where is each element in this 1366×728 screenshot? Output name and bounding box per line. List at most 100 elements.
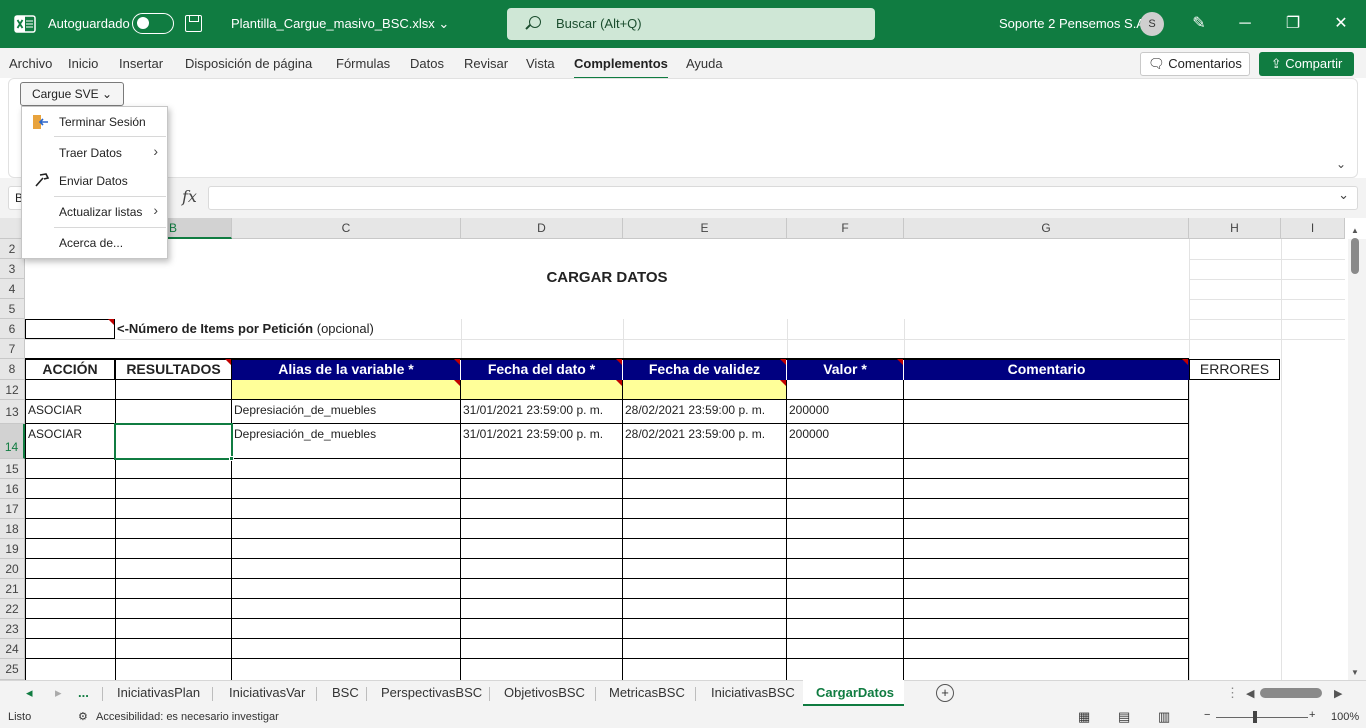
cell-fecha-validez[interactable]: 28/02/2021 23:59:00 p. m. (625, 403, 765, 417)
row-header[interactable]: 7 (0, 339, 25, 359)
row-header[interactable]: 19 (0, 539, 25, 559)
menu-item-actualizar-listas[interactable]: Actualizar listas › (22, 200, 167, 224)
accessibility-status[interactable]: Accesibilidad: es necesario investigar (96, 711, 279, 723)
pen-icon[interactable]: ✎ (1185, 10, 1213, 38)
save-icon[interactable] (185, 15, 202, 32)
hscroll-right-icon[interactable]: ▶ (1334, 687, 1342, 700)
tab-formulas[interactable]: Fórmulas (336, 56, 390, 71)
ribbon-expand-icon[interactable]: ⌄ (1336, 157, 1346, 171)
row-header[interactable]: 17 (0, 499, 25, 519)
row-header[interactable]: 21 (0, 579, 25, 599)
normal-view-icon[interactable]: ▦ (1078, 709, 1090, 725)
sheet-tab[interactable]: IniciativasBSC (711, 685, 795, 700)
more-sheets[interactable]: ... (78, 685, 89, 700)
cell-fecha-dato[interactable]: 31/01/2021 23:59:00 p. m. (463, 403, 603, 417)
share-button[interactable]: ⇪ Compartir (1259, 52, 1354, 76)
cell-valor[interactable]: 200000 (789, 427, 829, 441)
zoom-slider-thumb[interactable] (1253, 711, 1257, 723)
fill-handle[interactable] (229, 456, 234, 461)
cell-valor[interactable]: 200000 (789, 403, 829, 417)
horizontal-scroll-thumb[interactable] (1260, 688, 1322, 698)
row-header[interactable]: 16 (0, 479, 25, 499)
row-header[interactable]: 12 (0, 380, 25, 400)
row-header[interactable]: 22 (0, 599, 25, 619)
selected-cell[interactable] (114, 423, 233, 460)
row-header[interactable]: 13 (0, 400, 25, 424)
column-header-h[interactable]: H (1189, 218, 1281, 239)
row-header[interactable]: 4 (0, 279, 25, 299)
page-layout-icon[interactable]: ▤ (1118, 709, 1130, 725)
cargue-sve-button[interactable]: Cargue SVE ⌄ (20, 82, 124, 106)
tab-disposicion[interactable]: Disposición de página (185, 56, 312, 71)
cell-accion[interactable]: ASOCIAR (28, 427, 82, 441)
tab-splitter-icon[interactable]: ⋮ (1226, 685, 1239, 701)
cell-alias[interactable]: Depresiación_de_muebles (234, 427, 376, 441)
autosave-toggle[interactable] (132, 13, 174, 34)
row-header[interactable]: 6 (0, 319, 25, 339)
scroll-up-icon[interactable]: ▲ (1351, 226, 1359, 235)
sheet-tab[interactable]: BSC (332, 685, 359, 700)
menu-item-acerca-de[interactable]: Acerca de... (22, 231, 167, 255)
cell-fecha-dato[interactable]: 31/01/2021 23:59:00 p. m. (463, 427, 603, 441)
row-header[interactable]: 23 (0, 619, 25, 639)
scroll-thumb[interactable] (1351, 238, 1359, 274)
row-header[interactable]: 3 (0, 259, 25, 279)
cell-alias[interactable]: Depresiación_de_muebles (234, 403, 376, 417)
zoom-in-icon[interactable]: + (1309, 709, 1315, 721)
sheet-tab[interactable]: MetricasBSC (609, 685, 685, 700)
chevron-right-icon: › (153, 143, 158, 159)
column-header-d[interactable]: D (461, 218, 623, 239)
row-header[interactable]: 25 (0, 659, 25, 680)
search-box[interactable]: Buscar (Alt+Q) (507, 8, 875, 40)
tab-insertar[interactable]: Insertar (119, 56, 163, 71)
column-header-c[interactable]: C (232, 218, 461, 239)
formula-input[interactable] (208, 186, 1358, 210)
row-header[interactable]: 14 (0, 424, 25, 459)
tab-vista[interactable]: Vista (526, 56, 555, 71)
sheet-tab[interactable]: ObjetivosBSC (504, 685, 585, 700)
comments-button[interactable]: 🗨 Comentarios (1140, 52, 1250, 76)
file-name[interactable]: Plantilla_Cargue_masivo_BSC.xlsx ⌄ (231, 16, 449, 32)
tab-revisar[interactable]: Revisar (464, 56, 508, 71)
row-header[interactable]: 15 (0, 459, 25, 479)
items-input-cell[interactable] (25, 319, 115, 339)
tab-complementos[interactable]: Complementos (574, 56, 668, 79)
column-header-g[interactable]: G (904, 218, 1189, 239)
column-header-e[interactable]: E (623, 218, 787, 239)
tab-archivo[interactable]: Archivo (9, 56, 52, 71)
restore-button[interactable]: ❐ (1279, 10, 1307, 38)
fx-icon[interactable]: fx (182, 187, 197, 206)
prev-sheet-icon[interactable]: ◂ (26, 685, 33, 701)
zoom-out-icon[interactable]: − (1204, 709, 1210, 721)
cell-accion[interactable]: ASOCIAR (28, 403, 82, 417)
page-break-icon[interactable]: ▥ (1158, 709, 1170, 725)
close-button[interactable]: ✕ (1327, 10, 1355, 38)
cell-fecha-validez[interactable]: 28/02/2021 23:59:00 p. m. (625, 427, 765, 441)
column-header-i[interactable]: I (1281, 218, 1345, 239)
vertical-scrollbar[interactable] (1348, 239, 1366, 680)
sheet-tab[interactable]: IniciativasVar (229, 685, 305, 700)
hscroll-left-icon[interactable]: ◀ (1246, 687, 1254, 700)
tab-ayuda[interactable]: Ayuda (686, 56, 723, 71)
row-header[interactable]: 24 (0, 639, 25, 659)
next-sheet-icon[interactable]: ▸ (55, 685, 62, 701)
add-sheet-icon[interactable]: + (936, 684, 954, 702)
row-header[interactable]: 5 (0, 299, 25, 319)
menu-item-traer-datos[interactable]: Traer Datos › (22, 141, 167, 165)
avatar[interactable]: S (1140, 12, 1164, 36)
zoom-slider[interactable] (1216, 717, 1308, 718)
sheet-tab[interactable]: IniciativasPlan (117, 685, 200, 700)
sheet-tab[interactable]: PerspectivasBSC (381, 685, 482, 700)
row-header[interactable]: 20 (0, 559, 25, 579)
menu-item-enviar-datos[interactable]: Enviar Datos (22, 169, 167, 193)
menu-item-terminar-sesion[interactable]: Terminar Sesión (22, 110, 167, 134)
scroll-down-icon[interactable]: ▼ (1351, 668, 1359, 677)
row-header[interactable]: 8 (0, 359, 25, 380)
row-header[interactable]: 18 (0, 519, 25, 539)
zoom-level[interactable]: 100% (1331, 711, 1359, 723)
column-header-f[interactable]: F (787, 218, 904, 239)
tab-datos[interactable]: Datos (410, 56, 444, 71)
sheet-tab-active[interactable]: CargarDatos (816, 685, 894, 700)
minimize-button[interactable]: ─ (1231, 10, 1259, 38)
tab-inicio[interactable]: Inicio (68, 56, 98, 71)
